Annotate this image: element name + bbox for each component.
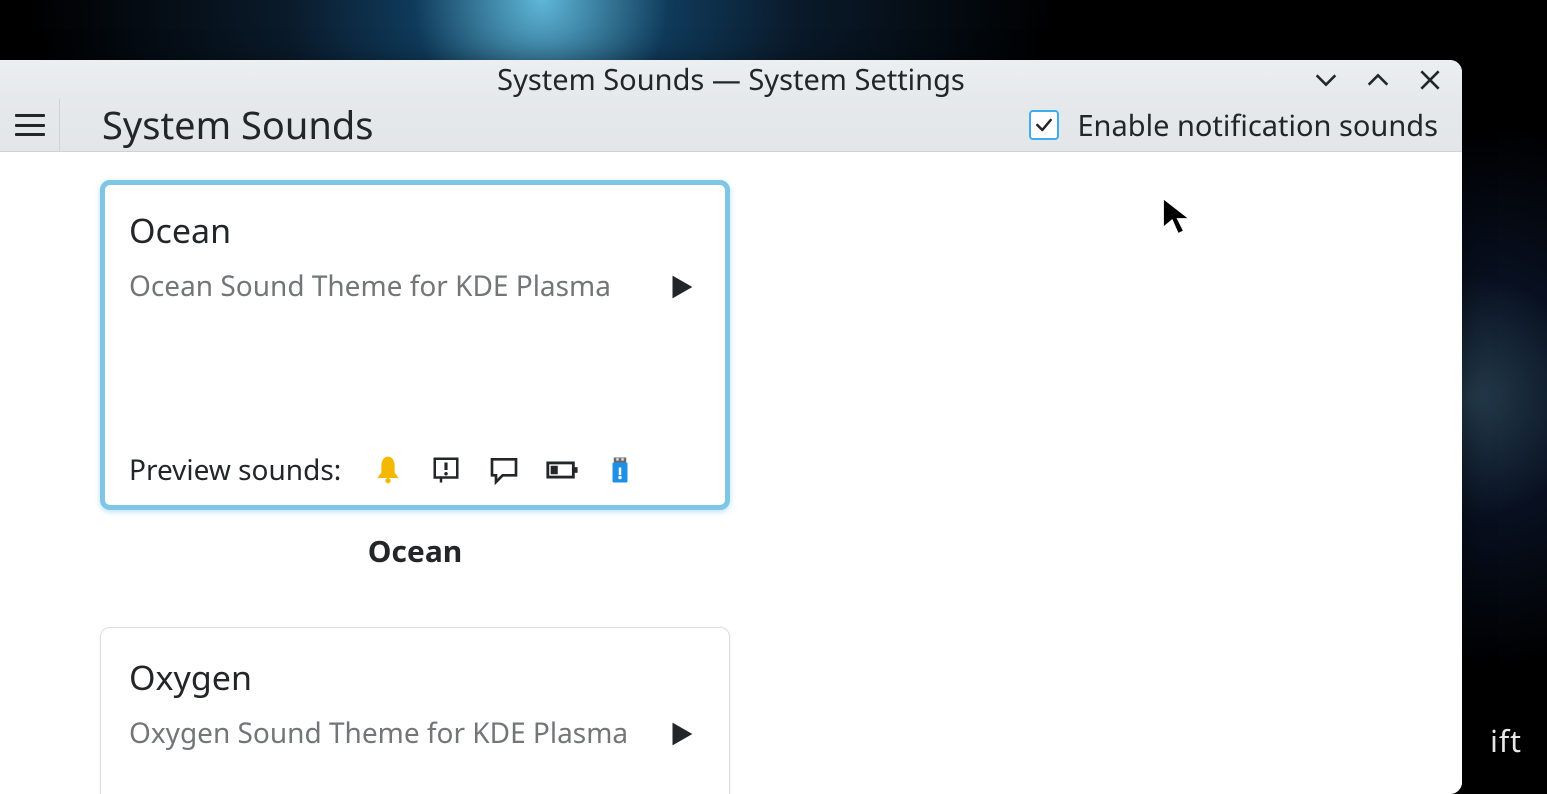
window-titlebar[interactable]: System Sounds — System Settings	[0, 60, 1462, 99]
theme-description: Ocean Sound Theme for KDE Plasma	[129, 267, 641, 306]
preview-row: Preview sounds:	[129, 451, 701, 489]
play-icon	[664, 717, 698, 751]
body-area: Ocean Ocean Sound Theme for KDE Plasma P…	[0, 152, 1462, 794]
theme-card-ocean[interactable]: Ocean Ocean Sound Theme for KDE Plasma P…	[100, 180, 730, 510]
bell-icon[interactable]	[371, 453, 405, 487]
theme-description: Oxygen Sound Theme for KDE Plasma	[129, 714, 641, 753]
play-demo-button[interactable]	[661, 714, 701, 754]
theme-card-oxygen[interactable]: Oxygen Oxygen Sound Theme for KDE Plasma…	[100, 627, 730, 794]
theme-caption: Ocean	[368, 530, 463, 571]
close-button[interactable]	[1416, 66, 1444, 94]
window-title: System Sounds — System Settings	[0, 60, 1462, 99]
theme-grid: Ocean Ocean Sound Theme for KDE Plasma P…	[60, 152, 1462, 794]
play-icon	[664, 270, 698, 304]
maximize-button[interactable]	[1364, 66, 1392, 94]
play-demo-button[interactable]	[661, 267, 701, 307]
chat-icon[interactable]	[487, 453, 521, 487]
theme-name: Oxygen	[129, 654, 701, 700]
check-icon	[1034, 115, 1054, 135]
window-controls	[1312, 60, 1444, 99]
page-title: System Sounds	[102, 99, 1029, 151]
alert-icon[interactable]	[429, 453, 463, 487]
close-icon	[1417, 67, 1443, 93]
usb-icon[interactable]	[603, 453, 637, 487]
minimize-button[interactable]	[1312, 66, 1340, 94]
theme-name: Ocean	[129, 207, 701, 253]
system-settings-window: System Sounds — System Settings System S…	[0, 60, 1462, 794]
hamburger-button[interactable]	[15, 114, 45, 136]
sidebar-strip	[0, 152, 60, 794]
wallpaper-text-fragment: ift	[1490, 720, 1522, 761]
chevron-up-icon	[1364, 66, 1392, 94]
page-header: System Sounds Enable notification sounds	[0, 99, 1462, 152]
preview-label: Preview sounds:	[129, 451, 341, 489]
enable-sounds-label: Enable notification sounds	[1077, 106, 1438, 145]
sidebar-toggle-slot	[0, 99, 60, 151]
battery-icon[interactable]	[545, 453, 579, 487]
enable-sounds-checkbox[interactable]	[1029, 110, 1059, 140]
theme-card-wrap-ocean: Ocean Ocean Sound Theme for KDE Plasma P…	[100, 180, 730, 571]
enable-sounds-control: Enable notification sounds	[1029, 106, 1438, 145]
chevron-down-icon	[1312, 66, 1340, 94]
theme-card-wrap-oxygen: Oxygen Oxygen Sound Theme for KDE Plasma…	[100, 627, 730, 794]
